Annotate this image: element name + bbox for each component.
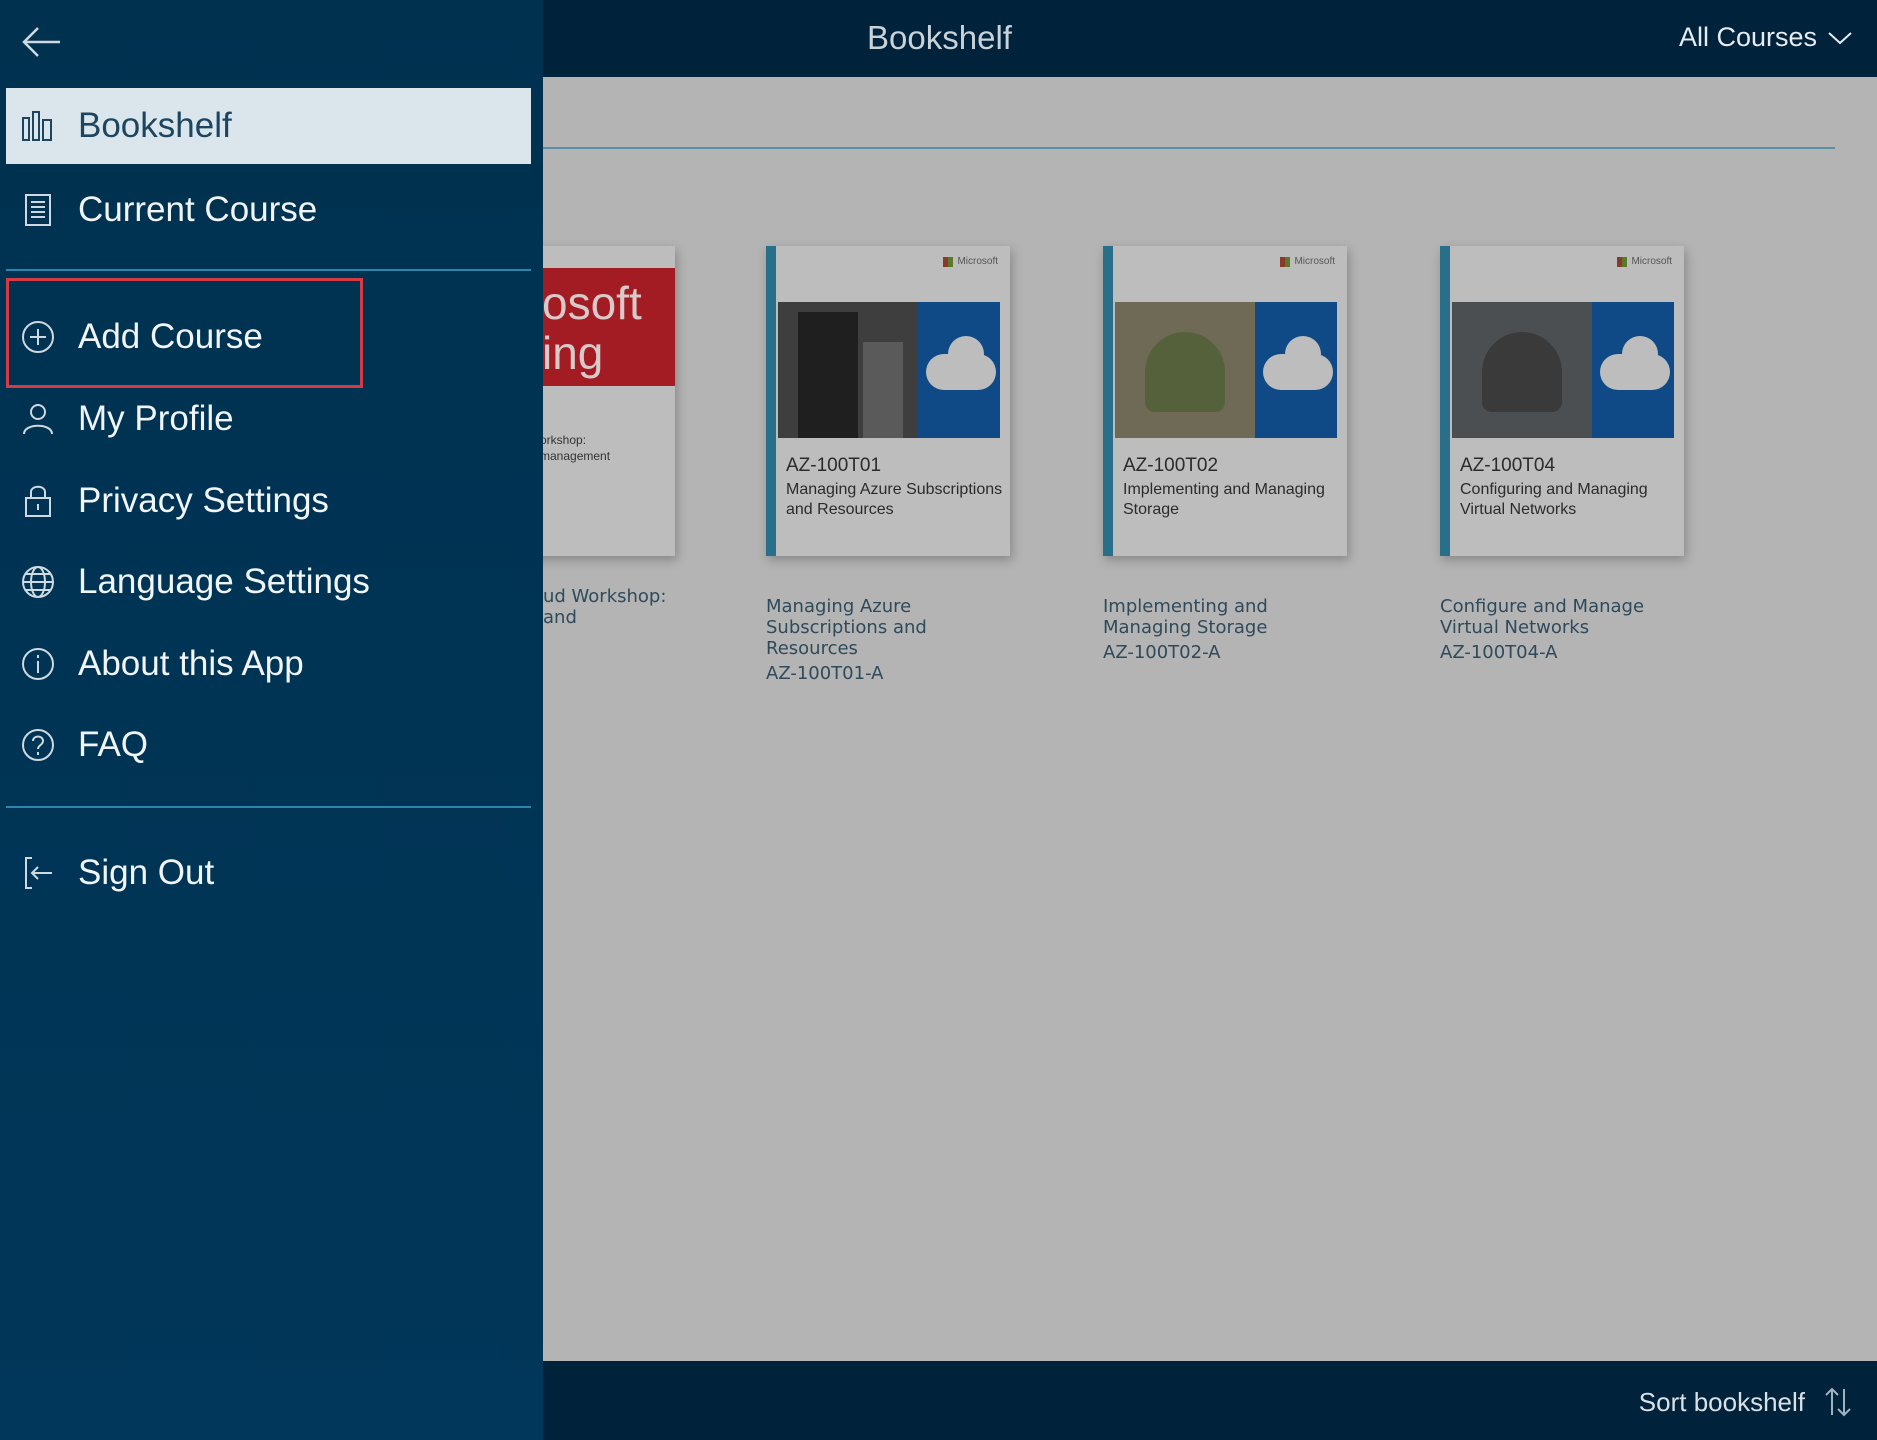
book-card[interactable]: Microsoft AZ-100T01 Managing Azure Subsc… [766, 246, 1016, 684]
person-icon [23, 404, 53, 435]
menu-divider [6, 269, 531, 271]
menu-item-label: Sign Out [78, 853, 215, 892]
book-card[interactable]: Microsoft AZ-100T04 Configuring and Mana… [1440, 246, 1690, 663]
cover-small-text: orkshop: management [540, 433, 611, 463]
cover-photo [778, 302, 918, 438]
book-title[interactable]: Configure and Manage Virtual Networks [1440, 596, 1690, 638]
plus-circle-icon [22, 321, 54, 353]
book-cover[interactable]: Microsoft AZ-100T04 Configuring and Mana… [1440, 246, 1684, 556]
menu-item-label: Privacy Settings [78, 481, 329, 520]
app-window: Bookshelf All Courses osoft ing orkshop:… [0, 0, 1877, 1440]
microsoft-logo-icon: Microsoft [1280, 256, 1335, 267]
menu-item-label: Current Course [78, 190, 318, 229]
sort-label: Sort bookshelf [1638, 1386, 1805, 1417]
course-filter-dropdown[interactable]: All Courses [1679, 22, 1853, 53]
cloud-icon [918, 302, 1000, 438]
cover-photo [1452, 302, 1592, 438]
menu-item-label: About this App [78, 644, 304, 683]
book-title[interactable]: Implementing and Managing Storage [1103, 596, 1353, 638]
cover-photo [1115, 302, 1255, 438]
cover-code: AZ-100T04 [1460, 455, 1556, 476]
menu-item-language-settings[interactable]: Language Settings [6, 544, 531, 620]
microsoft-logo-icon: Microsoft [1617, 256, 1672, 267]
cover-subtitle: Managing Azure Subscriptions and Resourc… [786, 481, 1003, 518]
book-id: AZ-100T01-A [766, 663, 884, 684]
cover-code: AZ-100T01 [786, 455, 882, 476]
menu-item-current-course[interactable]: Current Course [6, 172, 531, 248]
book-card[interactable]: Microsoft AZ-100T02 Implementing and Man… [1103, 246, 1353, 663]
menu-item-bookshelf[interactable]: Bookshelf [6, 88, 531, 164]
book-title[interactable]: Managing Azure Subscriptions and Resourc… [766, 596, 1016, 659]
menu-item-label: My Profile [78, 399, 234, 438]
cloud-icon [1592, 302, 1674, 438]
menu-item-faq[interactable]: FAQ [6, 707, 531, 783]
back-arrow-icon [22, 27, 60, 57]
menu-divider [6, 806, 531, 808]
back-button[interactable] [20, 24, 64, 60]
menu-item-sign-out[interactable]: Sign Out [6, 835, 531, 911]
cover-code: AZ-100T02 [1123, 455, 1219, 476]
cloud-icon [1255, 302, 1337, 438]
content-divider [543, 147, 1835, 149]
sort-icon [1825, 1387, 1851, 1417]
document-icon [25, 194, 51, 226]
sign-out-icon [25, 857, 52, 889]
microsoft-logo-icon: Microsoft [943, 256, 998, 267]
info-icon [22, 648, 54, 680]
menu-item-add-course[interactable]: Add Course [6, 299, 531, 375]
course-filter-label: All Courses [1678, 22, 1817, 52]
cover-subtitle: Configuring and Managing Virtual Network… [1460, 481, 1648, 518]
globe-icon [22, 566, 54, 598]
chevron-down-icon [1828, 31, 1852, 44]
menu-item-privacy-settings[interactable]: Privacy Settings [6, 463, 531, 539]
cover-spine [1440, 246, 1450, 556]
menu-item-label: Language Settings [78, 562, 370, 601]
book-id: AZ-100T04-A [1440, 642, 1558, 663]
menu-item-my-profile[interactable]: My Profile [6, 381, 531, 457]
cover-banner-text: osoft ing [542, 277, 642, 379]
book-id: AZ-100T02-A [1103, 642, 1221, 663]
cover-subtitle: Implementing and Managing Storage [1123, 481, 1325, 518]
sort-bookshelf-button[interactable]: Sort bookshelf [1639, 1385, 1853, 1419]
bookshelf-icon [22, 111, 52, 141]
cover-spine [1103, 246, 1113, 556]
menu-item-label: Add Course [78, 317, 263, 356]
lock-icon [25, 485, 51, 517]
menu-item-label: FAQ [78, 725, 149, 764]
book-cover[interactable]: Microsoft AZ-100T01 Managing Azure Subsc… [766, 246, 1010, 556]
side-menu: Bookshelf Current Course Add Course My P… [0, 0, 543, 1440]
book-cover[interactable]: Microsoft AZ-100T02 Implementing and Man… [1103, 246, 1347, 556]
menu-item-label: Bookshelf [78, 106, 232, 145]
question-icon [22, 729, 54, 761]
book-title-partial[interactable]: ud Workshop: and [543, 586, 666, 628]
menu-item-about-this-app[interactable]: About this App [6, 626, 531, 702]
cover-spine [766, 246, 776, 556]
